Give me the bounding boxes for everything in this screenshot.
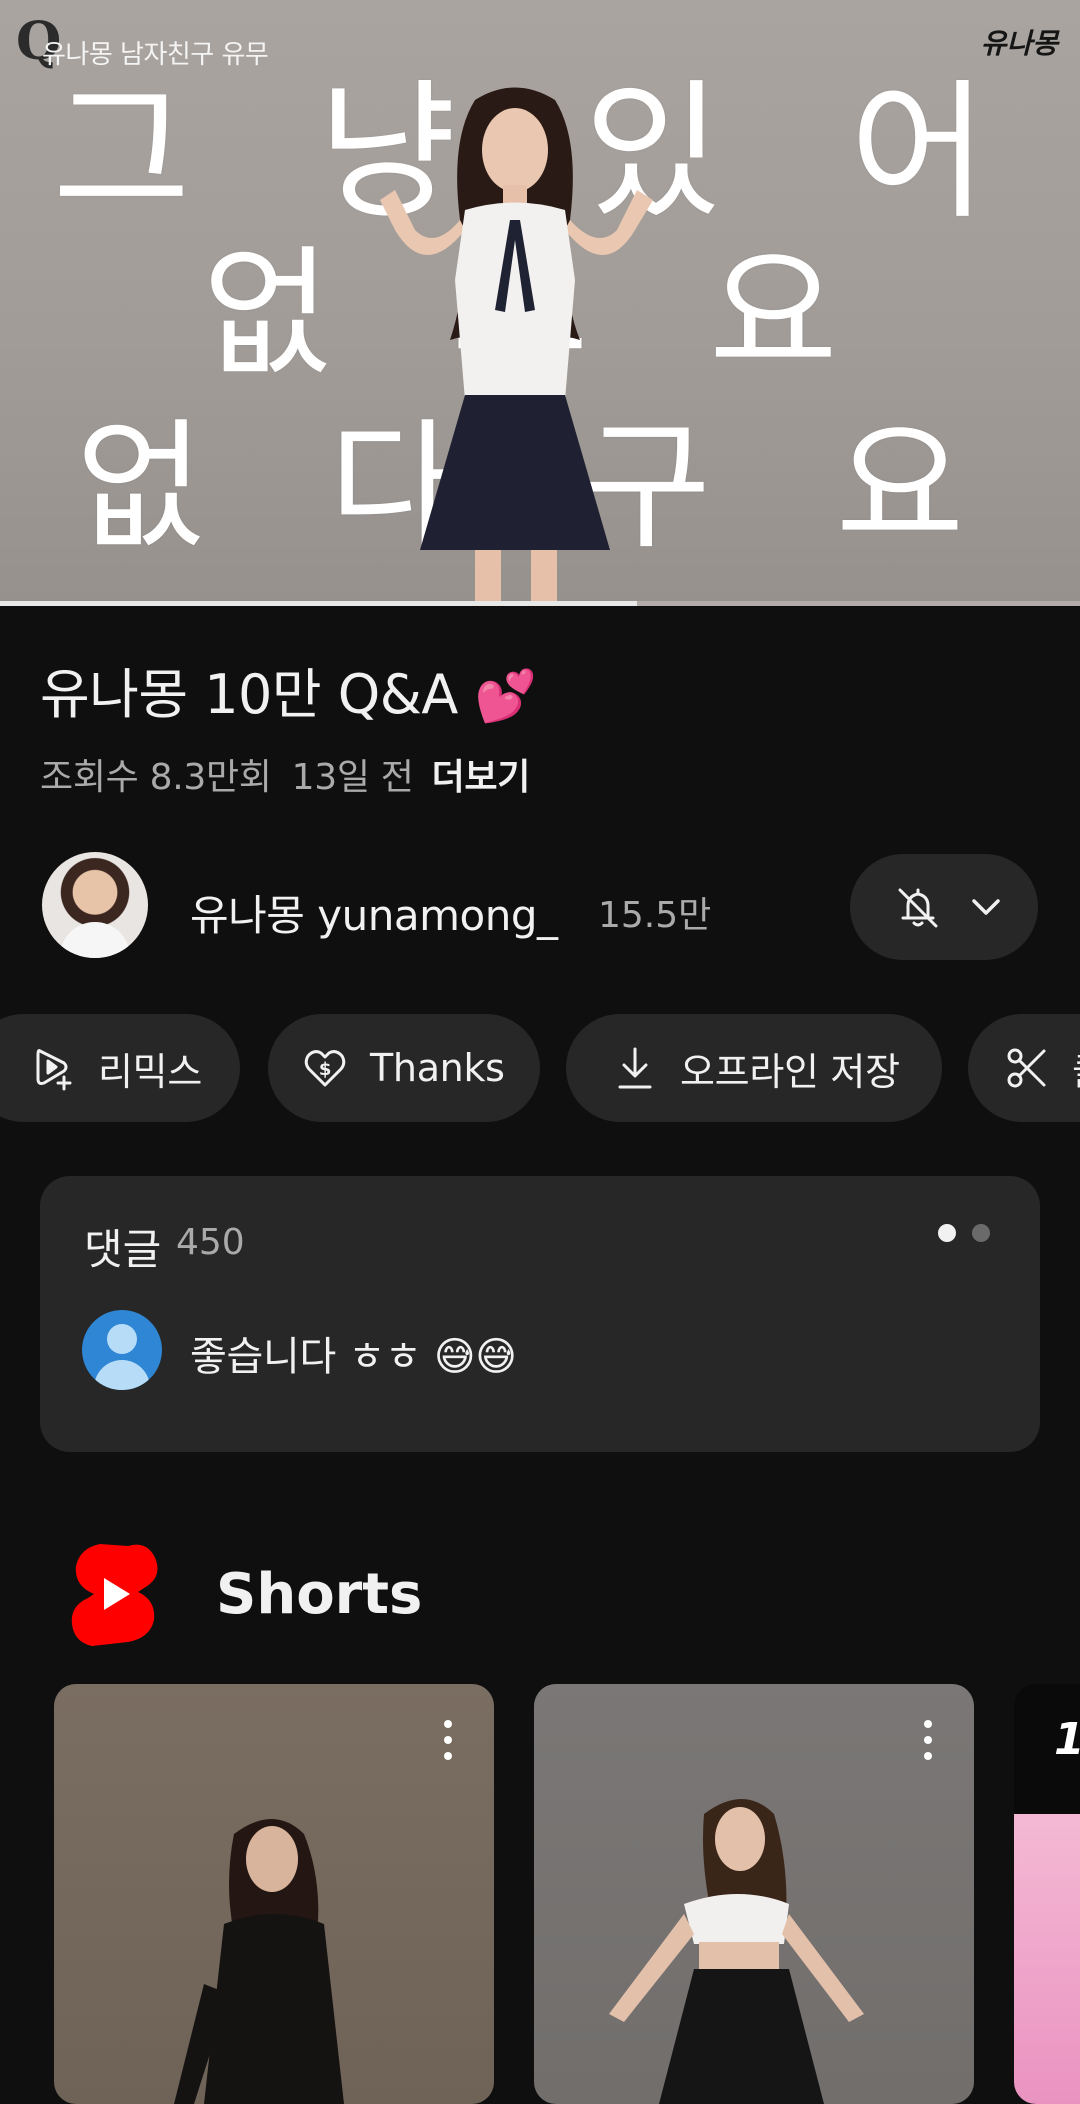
subscribed-notification-button[interactable]: [850, 854, 1038, 960]
video-meta[interactable]: 조회수 8.3만회 13일 전 더보기: [40, 748, 530, 800]
comments-panel[interactable]: 댓글 450 좋습니다 ㅎㅎ 😅😅: [40, 1176, 1040, 1452]
shorts-logo-icon: [71, 1544, 158, 1646]
remix-button[interactable]: 리믹스: [0, 1014, 240, 1122]
short-thumbnail: [1014, 1814, 1080, 2104]
page-indicator-active: [938, 1224, 956, 1242]
offline-save-label: 오프라인 저장: [680, 1049, 900, 1094]
video-player[interactable]: Q 유나몽 남자친구 유무 유나몽 그 냥 있 어 요 없 어 요 없 다 구 …: [0, 0, 1080, 606]
video-title[interactable]: 유나몽 10만 Q&A 💕: [40, 650, 537, 729]
action-chip-row: 리믹스 $ Thanks 오프라인 저장 클립: [0, 1014, 1080, 1122]
video-progress-bar[interactable]: [0, 601, 1080, 606]
page-indicator: [972, 1224, 990, 1242]
presenter-figure: [380, 87, 653, 606]
remix-label: 리믹스: [98, 1049, 202, 1094]
video-title-text: 유나몽 10만 Q&A: [40, 663, 458, 726]
short-card[interactable]: [534, 1684, 974, 2104]
signature-watermark: 유나몽: [980, 27, 1058, 60]
upload-age: 13일 전: [291, 757, 414, 798]
short-thumbnail: [609, 1799, 864, 2104]
comments-count: 450: [176, 1222, 245, 1263]
download-icon: [618, 1047, 652, 1089]
video-progress-fill: [0, 601, 638, 606]
view-count: 조회수 8.3만회: [40, 757, 272, 798]
short-card[interactable]: [54, 1684, 494, 2104]
channel-avatar[interactable]: [42, 852, 148, 958]
more-link[interactable]: 더보기: [432, 757, 531, 798]
chevron-down-icon: [972, 899, 1000, 915]
short-card-partial[interactable]: 1: [1014, 1684, 1080, 2104]
clip-button[interactable]: 클립: [968, 1014, 1080, 1122]
commenter-avatar: [82, 1310, 162, 1390]
shorts-section-title: Shorts: [216, 1562, 423, 1627]
comments-label: 댓글: [84, 1225, 162, 1274]
short-thumbnail: [174, 1819, 344, 2104]
top-comment-text: 좋습니다 ㅎㅎ 😅😅: [190, 1334, 517, 1380]
title-emoji: 💕: [474, 667, 537, 725]
clip-label: 클립: [1072, 1041, 1080, 1096]
svg-text:$: $: [319, 1059, 331, 1080]
channel-name[interactable]: 유나몽 yunamong_: [190, 882, 558, 943]
thanks-heart-icon: $: [304, 1050, 346, 1087]
bell-off-icon: [898, 888, 938, 928]
scissors-icon: [1007, 1048, 1046, 1088]
subscriber-count: 15.5만: [598, 895, 712, 936]
remix-icon: [36, 1049, 72, 1091]
thanks-label: Thanks: [370, 1046, 505, 1090]
short-badge: 1: [1054, 1714, 1080, 1765]
offline-save-button[interactable]: 오프라인 저장: [566, 1014, 942, 1122]
thanks-button[interactable]: $ Thanks: [268, 1014, 540, 1122]
